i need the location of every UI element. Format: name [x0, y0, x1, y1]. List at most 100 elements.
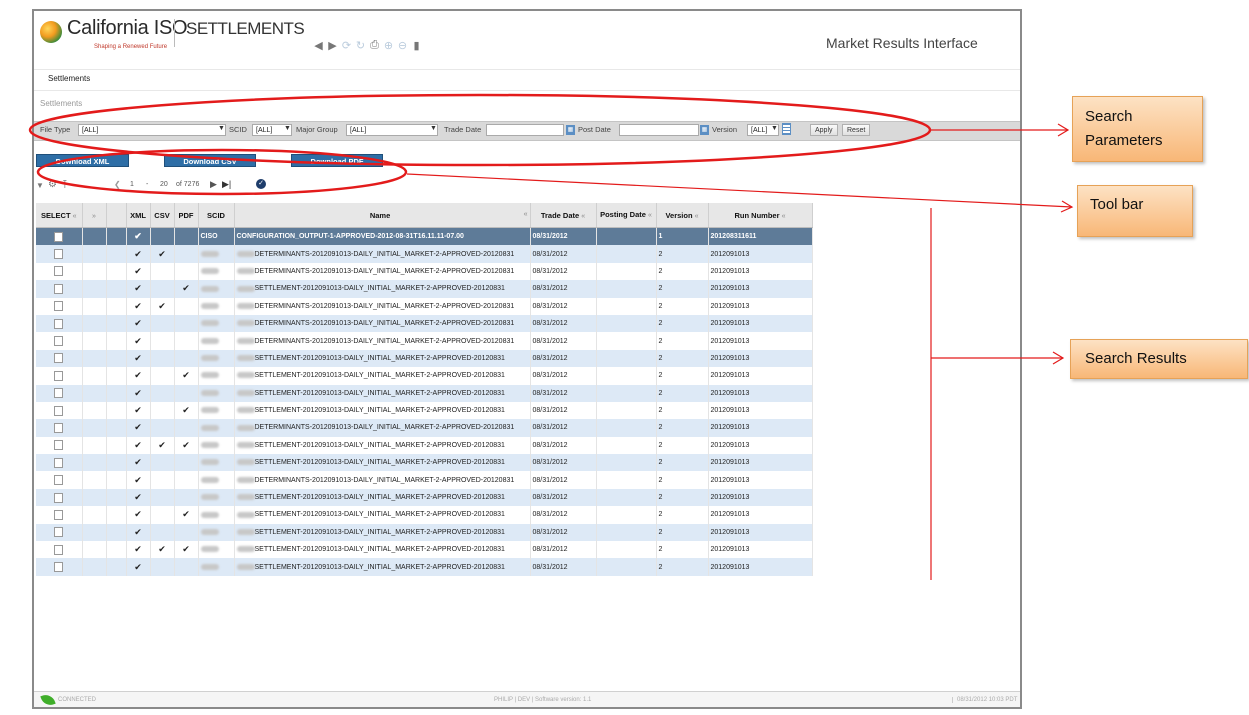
table-row[interactable]: ✔ CISO CONFIGURATION_OUTPUT-1-APPROVED-201… [36, 227, 813, 246]
chevron-down-icon[interactable]: ▼ [771, 125, 778, 132]
download-xml-button[interactable]: Download XML [36, 154, 129, 167]
row-select-cell[interactable] [36, 384, 83, 402]
row-checkbox[interactable] [54, 544, 64, 555]
row-checkbox[interactable] [54, 231, 64, 242]
file-name[interactable]: SETTLEMENT-2012091013-DAILY_INITIAL_MARK… [255, 564, 505, 571]
row-checkbox[interactable] [54, 405, 64, 416]
file-name[interactable]: SETTLEMENT-2012091013-DAILY_INITIAL_MARK… [255, 407, 505, 414]
calendar-icon[interactable]: ▦ [566, 125, 575, 135]
row-checkbox[interactable] [54, 562, 64, 573]
last-page-icon[interactable]: ▶| [222, 179, 231, 190]
row-checkbox[interactable] [54, 370, 64, 381]
table-row[interactable]: ✔ DETERMINANTS-2012091013-DAILY_INITIAL_M… [36, 471, 813, 489]
table-row[interactable]: ✔ DETERMINANTS-2012091013-DAILY_INITIAL_M… [36, 314, 813, 333]
column-header-run-number[interactable]: Run Number « [708, 203, 813, 228]
name-cell[interactable]: SETTLEMENT-2012091013-DAILY_INITIAL_MARK… [234, 506, 531, 524]
row-select-cell[interactable] [36, 245, 83, 263]
file-name[interactable]: SETTLEMENT-2012091013-DAILY_INITIAL_MARK… [255, 285, 505, 292]
print-icon[interactable]: ⎙ [369, 39, 380, 52]
row-checkbox[interactable] [54, 457, 64, 468]
row-select-cell[interactable] [36, 419, 83, 437]
name-cell[interactable]: SETTLEMENT-2012091013-DAILY_INITIAL_MARK… [234, 401, 531, 420]
name-cell[interactable]: DETERMINANTS-2012091013-DAILY_INITIAL_MA… [234, 297, 531, 315]
row-select-cell[interactable] [36, 401, 83, 420]
column-header-name[interactable]: Name « [234, 203, 531, 228]
name-cell[interactable]: SETTLEMENT-2012091013-DAILY_INITIAL_MARK… [234, 558, 531, 576]
row-checkbox[interactable] [54, 353, 64, 364]
table-row[interactable]: ✔ SETTLEMENT-2012091013-DAILY_INITIAL_MAR… [36, 349, 813, 368]
reset-button[interactable]: Reset [842, 124, 871, 136]
apply-button[interactable]: Apply [810, 124, 838, 136]
table-row[interactable]: ✔ ✔ SETTLEMENT-2012091013-DAILY_INITIAL_MA… [36, 280, 813, 298]
file-name[interactable]: DETERMINANTS-2012091013-DAILY_INITIAL_MA… [255, 251, 515, 258]
menu-item-settlements[interactable]: Settlements [48, 74, 90, 83]
file-name[interactable]: DETERMINANTS-2012091013-DAILY_INITIAL_MA… [255, 424, 515, 431]
row-checkbox[interactable] [54, 527, 64, 538]
file-name[interactable]: DETERMINANTS-2012091013-DAILY_INITIAL_MA… [255, 268, 515, 275]
column-header-posting-date[interactable]: Posting Date « [596, 203, 657, 228]
table-row[interactable]: ✔ SETTLEMENT-2012091013-DAILY_INITIAL_MAR… [36, 384, 813, 402]
calendar-icon[interactable]: ▦ [700, 125, 709, 135]
name-cell[interactable]: SETTLEMENT-2012091013-DAILY_INITIAL_MARK… [234, 280, 531, 298]
name-cell[interactable]: SETTLEMENT-2012091013-DAILY_INITIAL_MARK… [234, 349, 531, 368]
row-select-cell[interactable] [36, 332, 83, 350]
table-row[interactable]: ✔ DETERMINANTS-2012091013-DAILY_INITIAL_M… [36, 419, 813, 437]
post-date-input[interactable] [619, 124, 699, 136]
row-checkbox[interactable] [54, 301, 64, 312]
file-name[interactable]: SETTLEMENT-2012091013-DAILY_INITIAL_MARK… [255, 442, 505, 449]
row-select-cell[interactable] [36, 471, 83, 489]
row-checkbox[interactable] [54, 336, 64, 347]
name-cell[interactable]: SETTLEMENT-2012091013-DAILY_INITIAL_MARK… [234, 367, 531, 385]
back-arrow-icon[interactable]: ◀ [313, 39, 324, 52]
refresh-icon[interactable]: ⟳ [341, 39, 352, 52]
table-row[interactable]: ✔ SETTLEMENT-2012091013-DAILY_INITIAL_MAR… [36, 558, 813, 576]
row-select-cell[interactable] [36, 227, 83, 246]
table-row[interactable]: ✔ DETERMINANTS-2012091013-DAILY_INITIAL_M… [36, 332, 813, 350]
major-group-select[interactable]: [ALL] [346, 124, 438, 136]
column-settings-icon[interactable]: ⚙ [48, 179, 57, 190]
file-type-select[interactable]: [ALL] [78, 124, 226, 136]
name-cell[interactable]: SETTLEMENT-2012091013-DAILY_INITIAL_MARK… [234, 384, 531, 402]
column-header-extra[interactable]: » [82, 203, 107, 228]
file-name[interactable]: SETTLEMENT-2012091013-DAILY_INITIAL_MARK… [255, 511, 505, 518]
table-row[interactable]: ✔ ✔ SETTLEMENT-2012091013-DAILY_INITIAL_MA… [36, 367, 813, 385]
zoom-out-icon[interactable]: ⊖ [397, 39, 408, 52]
row-select-cell[interactable] [36, 454, 83, 472]
table-row[interactable]: ✔ ✔ SETTLEMENT-2012091013-DAILY_INITIAL_MA… [36, 506, 813, 524]
row-select-cell[interactable] [36, 436, 83, 455]
list-icon[interactable] [782, 123, 791, 135]
column-header-select[interactable]: SELECT « [36, 203, 83, 228]
file-name[interactable]: SETTLEMENT-2012091013-DAILY_INITIAL_MARK… [255, 372, 505, 379]
name-cell[interactable]: DETERMINANTS-2012091013-DAILY_INITIAL_MA… [234, 314, 531, 333]
table-row[interactable]: ✔ ✔ ✔ SETTLEMENT-2012091013-DAILY_INITIAL_M… [36, 436, 813, 455]
name-cell[interactable]: DETERMINANTS-2012091013-DAILY_INITIAL_MA… [234, 245, 531, 263]
name-cell[interactable]: DETERMINANTS-2012091013-DAILY_INITIAL_MA… [234, 471, 531, 489]
row-checkbox[interactable] [54, 388, 64, 399]
chevron-down-icon[interactable]: ▼ [284, 125, 291, 132]
row-select-cell[interactable] [36, 488, 83, 507]
name-cell[interactable]: SETTLEMENT-2012091013-DAILY_INITIAL_MARK… [234, 454, 531, 472]
forward-arrow-icon[interactable]: ▶ [327, 39, 338, 52]
sync-icon[interactable]: ↻ [355, 39, 366, 52]
row-select-cell[interactable] [36, 523, 83, 542]
row-select-cell[interactable] [36, 558, 83, 576]
row-checkbox[interactable] [54, 475, 64, 486]
row-checkbox[interactable] [54, 266, 64, 277]
name-cell[interactable]: CONFIGURATION_OUTPUT-1-APPROVED-2012-08-… [234, 227, 531, 246]
next-page-icon[interactable]: ▶ [210, 179, 217, 190]
row-checkbox[interactable] [54, 283, 64, 294]
row-checkbox[interactable] [54, 492, 64, 503]
row-select-cell[interactable] [36, 349, 83, 368]
column-header-extra-2[interactable] [106, 203, 127, 228]
chevron-down-icon[interactable]: ▼ [218, 125, 225, 132]
help-icon[interactable]: ✓ [256, 179, 266, 189]
row-select-cell[interactable] [36, 314, 83, 333]
table-row[interactable]: ✔ ✔ DETERMINANTS-2012091013-DAILY_INITIAL_… [36, 297, 813, 315]
file-name[interactable]: SETTLEMENT-2012091013-DAILY_INITIAL_MARK… [255, 355, 505, 362]
table-row[interactable]: ✔ SETTLEMENT-2012091013-DAILY_INITIAL_MAR… [36, 454, 813, 472]
row-select-cell[interactable] [36, 297, 83, 315]
table-row[interactable]: ✔ ✔ SETTLEMENT-2012091013-DAILY_INITIAL_MA… [36, 401, 813, 420]
file-name[interactable]: DETERMINANTS-2012091013-DAILY_INITIAL_MA… [255, 477, 515, 484]
name-cell[interactable]: DETERMINANTS-2012091013-DAILY_INITIAL_MA… [234, 262, 531, 281]
name-cell[interactable]: DETERMINANTS-2012091013-DAILY_INITIAL_MA… [234, 419, 531, 437]
